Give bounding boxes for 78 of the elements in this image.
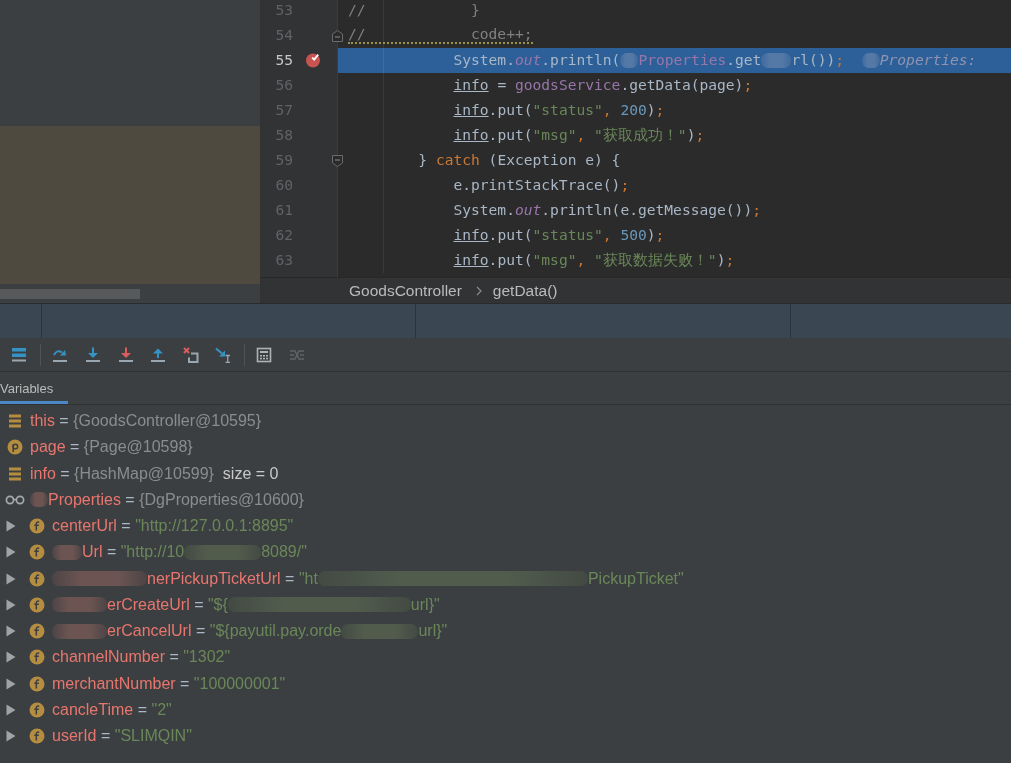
right-triangle-icon[interactable] bbox=[6, 520, 16, 533]
variable-entry[interactable]: Url = "http://10 bbox=[82, 543, 185, 562]
stacked-bars-icon bbox=[7, 465, 23, 482]
fold-marker-icon[interactable] bbox=[332, 29, 343, 42]
cross-frame-icon[interactable] bbox=[182, 346, 199, 363]
variable-entry[interactable]: url}" bbox=[410, 595, 440, 614]
breakpoint-icon[interactable] bbox=[305, 52, 321, 68]
code-text: // bbox=[348, 3, 366, 18]
variable-entry[interactable]: erCreateUrl = "${ bbox=[107, 595, 228, 614]
code-text: Properties.get bbox=[638, 53, 762, 68]
redaction-smudge bbox=[52, 544, 82, 560]
variable-entry[interactable]: nerPickupTicketUrl = "ht bbox=[147, 569, 318, 588]
f-circle-icon bbox=[29, 675, 45, 692]
variable-entry[interactable]: 8089/" bbox=[261, 543, 307, 562]
p-circle-icon bbox=[7, 439, 23, 456]
code-text: System.out.println(e.getMessage()); bbox=[453, 203, 761, 218]
variable-entry[interactable]: info = {HashMap@10599} bbox=[30, 464, 214, 483]
code-text: info.put("msg", "获取数据失败！"); bbox=[453, 253, 735, 268]
bars-icon[interactable] bbox=[11, 346, 28, 363]
breadcrumb-item[interactable]: GoodsController bbox=[349, 281, 462, 300]
variable-entry[interactable]: centerUrl = "http://127.0.0.1:8895" bbox=[52, 517, 294, 536]
code-text: info.put("msg", "获取成功！"); bbox=[453, 128, 705, 143]
calculator-icon[interactable] bbox=[256, 346, 273, 363]
variable-entry[interactable]: cancleTime = "2" bbox=[52, 700, 172, 719]
right-triangle-icon[interactable] bbox=[6, 651, 16, 664]
line-number: 55 bbox=[274, 53, 293, 68]
code-text: info.put("status", 500); bbox=[453, 228, 665, 243]
redaction-smudge bbox=[620, 53, 639, 68]
variable-entry[interactable]: PickupTicket" bbox=[587, 569, 684, 588]
code-text: } bbox=[471, 3, 480, 18]
scrollbar-thumb[interactable] bbox=[0, 288, 140, 299]
code-text: code++; bbox=[471, 26, 533, 42]
right-triangle-icon[interactable] bbox=[6, 703, 16, 716]
right-triangle-icon[interactable] bbox=[6, 730, 16, 743]
redaction-smudge bbox=[861, 53, 880, 68]
variable-entry[interactable]: url}" bbox=[418, 622, 448, 641]
variable-entry[interactable]: merchantNumber = "100000001" bbox=[52, 674, 286, 693]
code-text: info.put("status", 200); bbox=[453, 103, 665, 118]
right-triangle-icon[interactable] bbox=[6, 598, 16, 611]
up-arrow-icon[interactable] bbox=[150, 346, 167, 363]
code-text: rl()); bbox=[791, 53, 845, 68]
code-text: System.out.println( bbox=[453, 53, 621, 68]
redaction-smudge bbox=[761, 53, 792, 68]
f-circle-icon bbox=[29, 701, 45, 718]
right-triangle-icon[interactable] bbox=[6, 625, 16, 638]
code-text: Properties: bbox=[879, 53, 977, 68]
variable-entry[interactable]: channelNumber = "1302" bbox=[52, 648, 231, 667]
arrow-cursor-icon[interactable] bbox=[215, 346, 232, 363]
f-circle-icon bbox=[29, 544, 45, 561]
redaction-smudge bbox=[30, 492, 48, 508]
variable-entry[interactable]: size = 0 bbox=[222, 464, 279, 483]
f-circle-icon bbox=[29, 518, 45, 535]
redaction-smudge bbox=[52, 597, 107, 613]
down-arrow-icon[interactable] bbox=[85, 346, 101, 363]
breadcrumb-item[interactable]: getData() bbox=[492, 281, 558, 300]
code-text: e.printStackTrace(); bbox=[453, 178, 630, 193]
variable-entry[interactable]: Properties = {DgProperties@10600} bbox=[48, 490, 304, 509]
right-triangle-icon[interactable] bbox=[6, 677, 16, 690]
variable-entry[interactable]: userId = "SLIMQIN" bbox=[52, 727, 192, 746]
code-text: } catch (Exception e) { bbox=[418, 153, 621, 168]
panel-tab[interactable]: Variables bbox=[0, 372, 69, 404]
redaction-smudge bbox=[52, 623, 107, 639]
down-arrow-icon[interactable] bbox=[117, 346, 134, 363]
variable-entry[interactable]: this = {GoodsController@10595} bbox=[30, 412, 262, 431]
right-triangle-icon[interactable] bbox=[6, 546, 16, 559]
chevron-icon bbox=[475, 285, 482, 296]
f-circle-icon bbox=[29, 570, 45, 587]
code-text: // bbox=[348, 26, 366, 42]
variable-entry[interactable]: erCancelUrl = "${payutil.pay.orde bbox=[107, 622, 342, 641]
fold-marker-icon[interactable] bbox=[332, 154, 343, 167]
code-text: info = goodsService.getData(page); bbox=[453, 78, 753, 93]
f-circle-icon bbox=[29, 728, 45, 745]
right-triangle-icon[interactable] bbox=[6, 572, 16, 585]
stacked-bars-icon bbox=[7, 413, 23, 430]
f-circle-icon bbox=[29, 649, 45, 666]
f-circle-icon bbox=[29, 596, 45, 613]
variable-entry[interactable]: page = {Page@10598} bbox=[30, 438, 193, 457]
f-circle-icon bbox=[29, 623, 45, 640]
